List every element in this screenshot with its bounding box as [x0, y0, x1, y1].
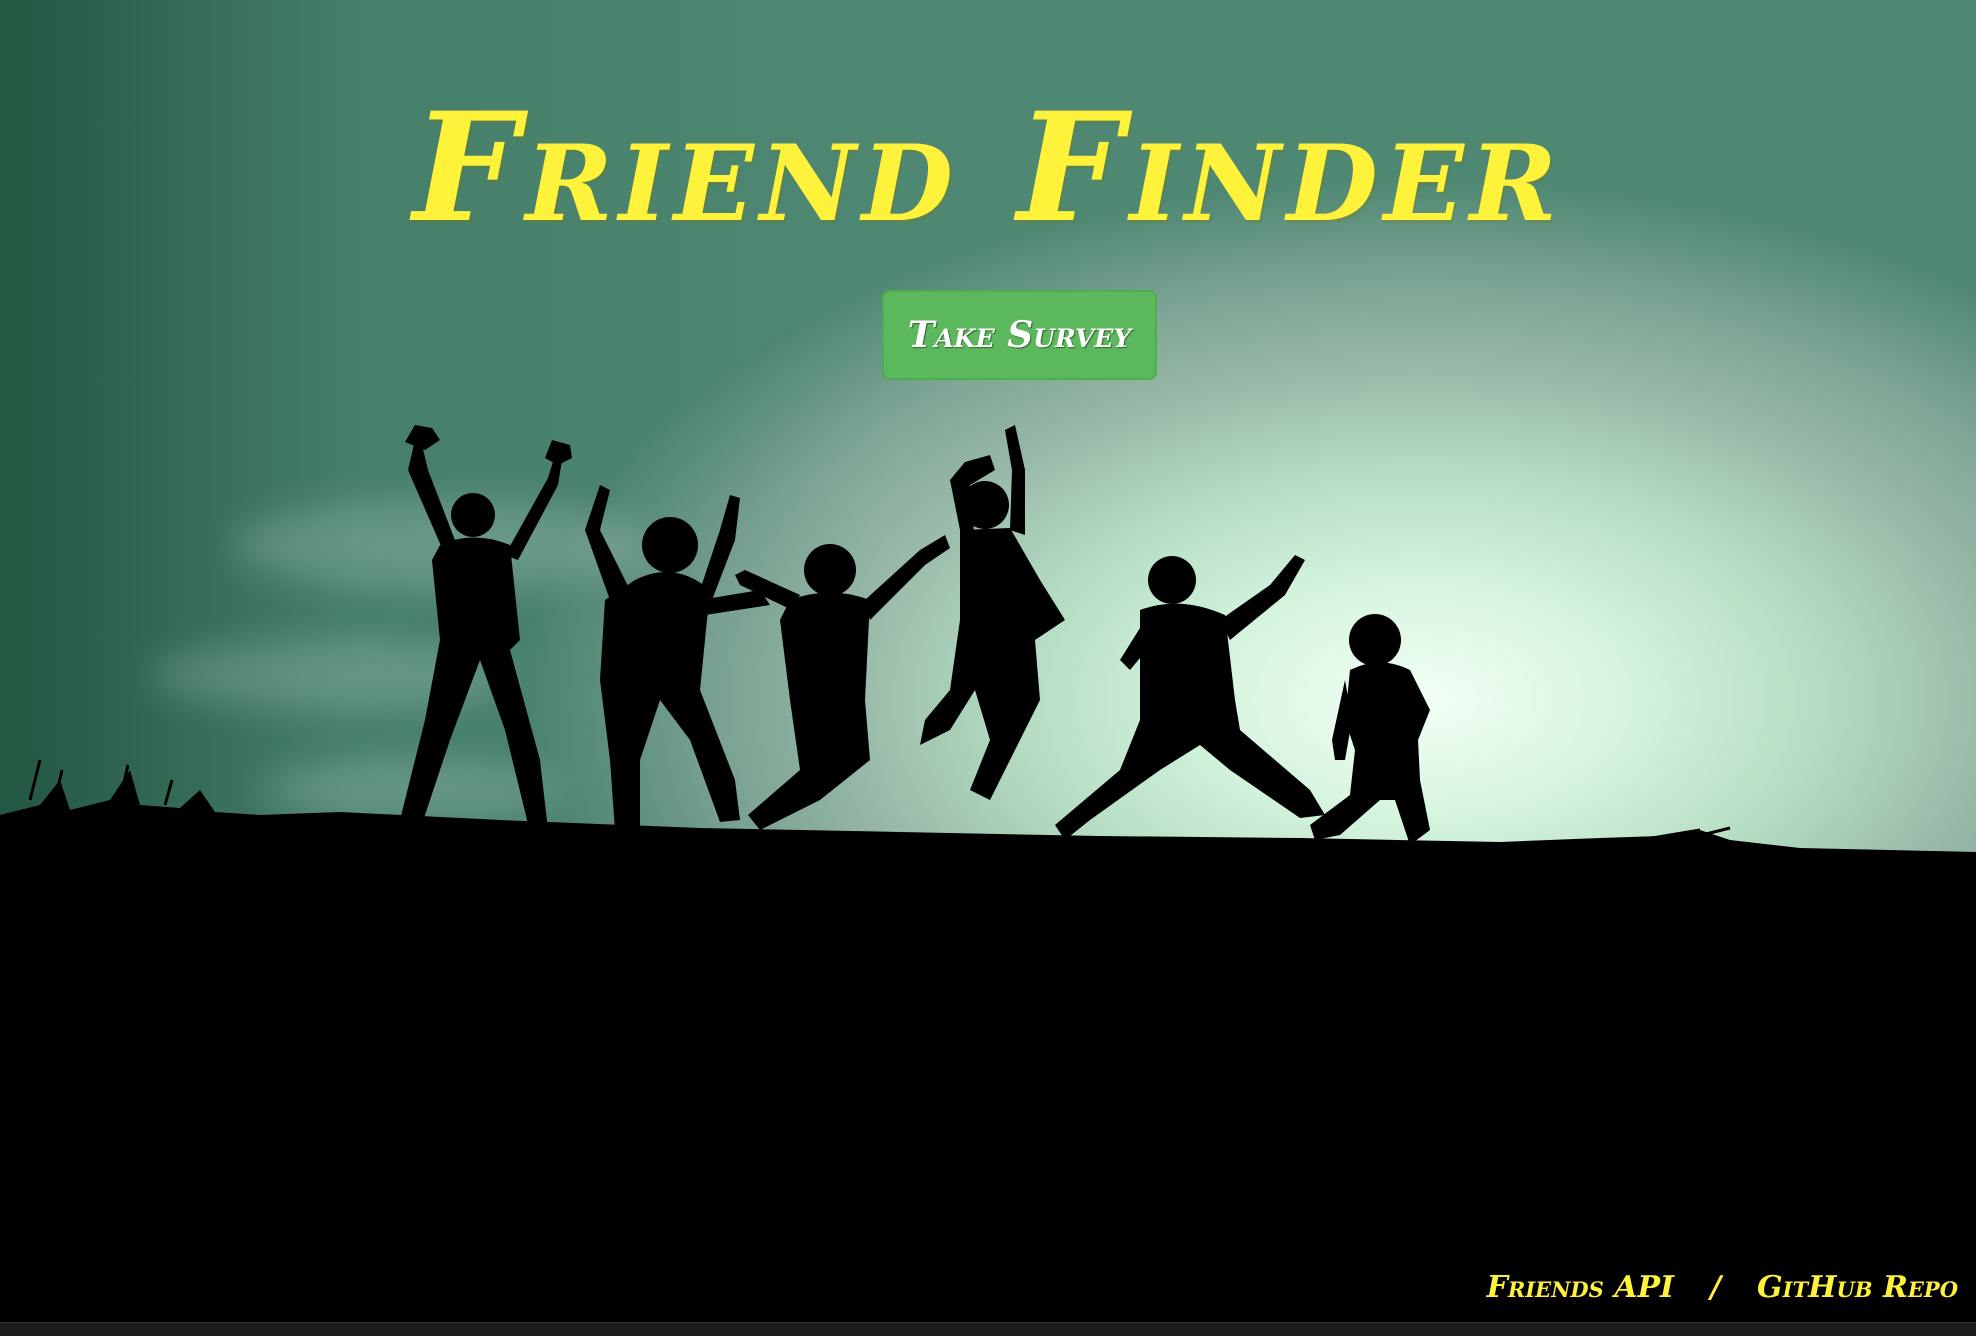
github-repo-link[interactable]: GitHub Repo	[1757, 1270, 1958, 1305]
page-title: Friend Finder	[412, 80, 1564, 256]
bottom-bar	[0, 1322, 1976, 1336]
page: Friend Finder Take Survey Friends API / …	[0, 0, 1976, 1336]
footer: Friends API / GitHub Repo	[1487, 1262, 1958, 1312]
take-survey-button[interactable]: Take Survey	[882, 290, 1157, 380]
friends-api-link[interactable]: Friends API	[1487, 1270, 1674, 1305]
footer-separator: /	[1710, 1269, 1722, 1305]
